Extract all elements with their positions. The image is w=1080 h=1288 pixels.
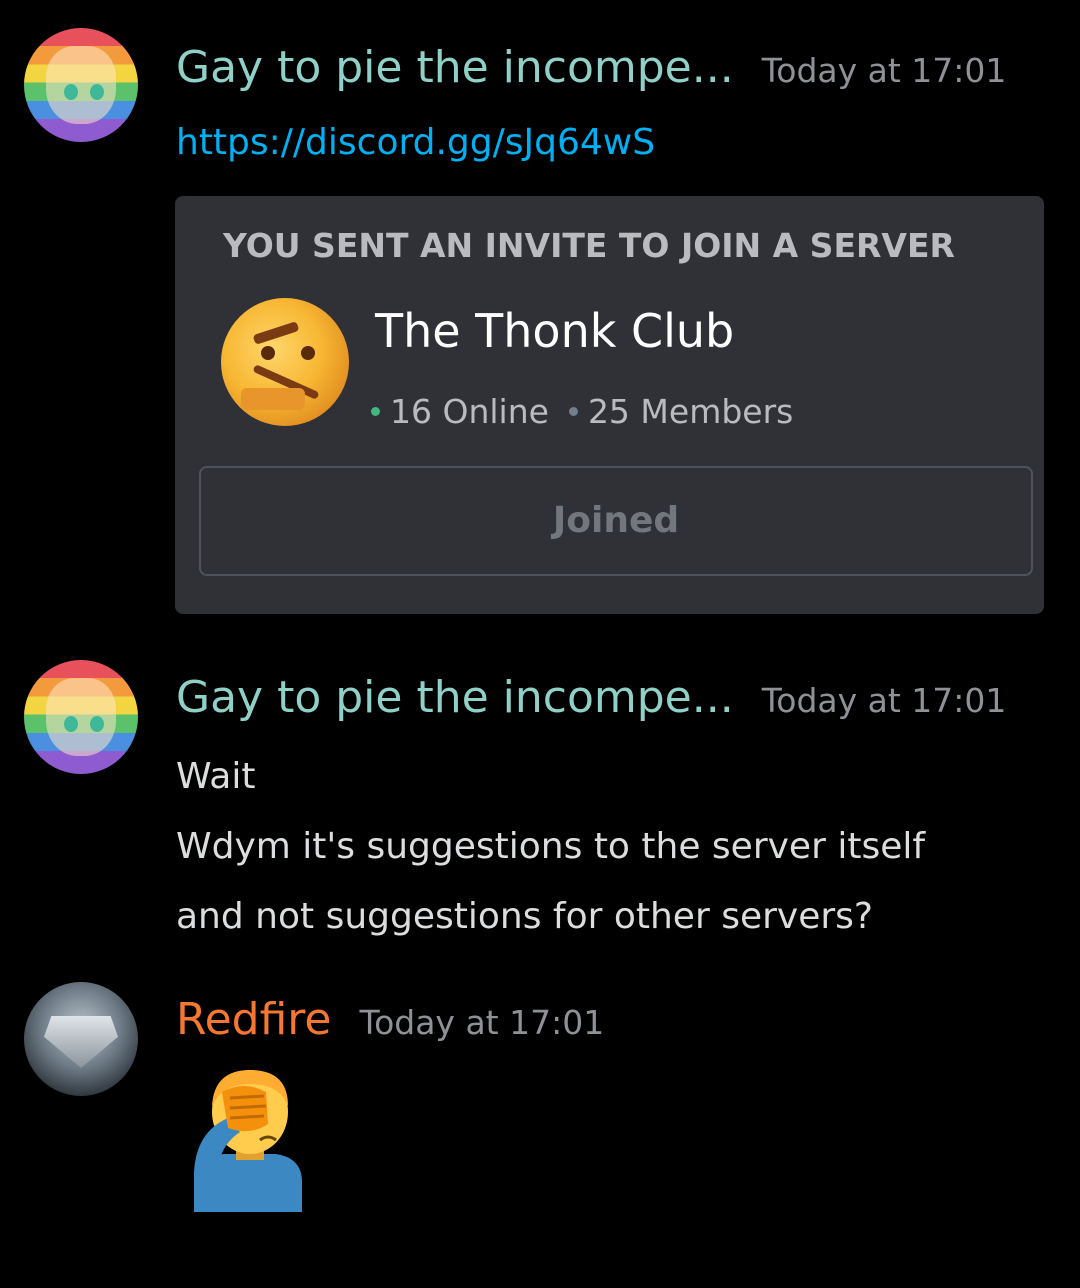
thonk-eye xyxy=(301,346,315,360)
timestamp: Today at 17:01 xyxy=(761,51,1007,90)
username[interactable]: Gay to pie the incompe... xyxy=(176,672,734,723)
member-count: 25 Members xyxy=(587,392,794,431)
user-avatar[interactable] xyxy=(24,28,138,142)
server-name: The Thonk Club xyxy=(375,304,735,358)
message-header: Gay to pie the incompe... Today at 17:01 xyxy=(176,672,1006,723)
avatar-face xyxy=(46,46,116,124)
thonk-hand xyxy=(241,388,305,410)
username[interactable]: Redfire xyxy=(176,994,332,1045)
timestamp: Today at 17:01 xyxy=(359,1003,605,1042)
message-line: Wdym it's suggestions to the server itse… xyxy=(176,826,926,867)
thonk-eye xyxy=(261,346,275,360)
message-line: and not suggestions for other servers? xyxy=(176,896,874,937)
server-icon[interactable] xyxy=(221,298,349,426)
avatar-eye xyxy=(90,716,104,732)
members-dot-icon xyxy=(568,407,578,416)
message-line: Wait xyxy=(176,756,256,797)
ship-hull xyxy=(44,1016,118,1068)
message-header: Gay to pie the incompe... Today at 17:01 xyxy=(176,42,1006,93)
username[interactable]: Gay to pie the incompe... xyxy=(176,42,734,93)
online-count: 16 Online xyxy=(390,392,549,431)
invite-embed: YOU SENT AN INVITE TO JOIN A SERVER The … xyxy=(175,196,1044,614)
invite-title: YOU SENT AN INVITE TO JOIN A SERVER xyxy=(223,226,955,265)
facepalm-emoji[interactable] xyxy=(184,1062,314,1212)
invite-link[interactable]: https://discord.gg/sJq64wS xyxy=(176,122,655,163)
thonk-brow xyxy=(252,321,300,345)
avatar-face xyxy=(46,678,116,756)
user-avatar[interactable] xyxy=(24,982,138,1096)
avatar-eye xyxy=(64,716,78,732)
online-dot-icon xyxy=(371,407,380,416)
server-stats: 16 Online 25 Members xyxy=(371,392,793,431)
avatar-eye xyxy=(64,84,78,100)
joined-button[interactable]: Joined xyxy=(199,466,1033,576)
avatar-eye xyxy=(90,84,104,100)
timestamp: Today at 17:01 xyxy=(761,681,1007,720)
user-avatar[interactable] xyxy=(24,660,138,774)
message-header: Redfire Today at 17:01 xyxy=(176,994,604,1045)
